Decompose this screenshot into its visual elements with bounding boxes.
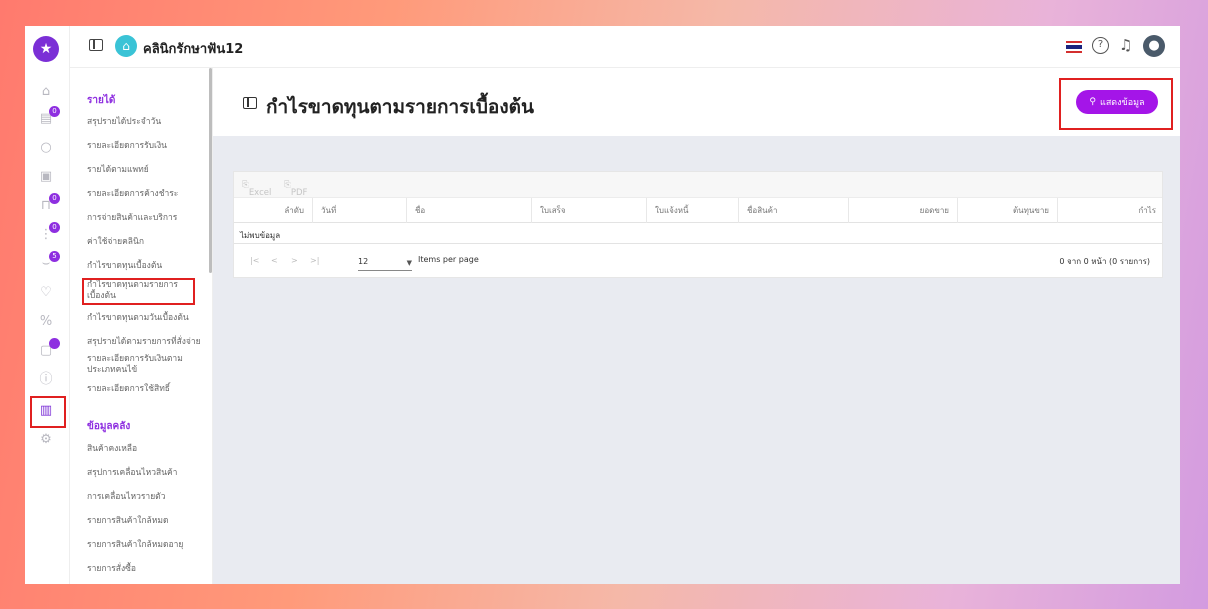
pagination: |< < > >| 12 ▼ Items per page 0 จาก 0 หน…	[234, 244, 1162, 279]
last-page-icon[interactable]: >|	[310, 256, 319, 265]
per-page-value: 12	[358, 257, 369, 266]
bell-icon[interactable]: ♫	[1119, 36, 1132, 54]
section-income-title: รายได้	[87, 95, 116, 106]
excel-export-button[interactable]: ⎘ Excel	[242, 180, 271, 198]
app-window: ★ ⌂ ▤ 0 ○ ▣ ⊓ 0 ⋮ 0 ⌣ 5 ♡ % ▢ ⓘ ▥ ⚙ ⌂ คลินิก…	[25, 26, 1180, 584]
panel-icon	[243, 97, 257, 109]
menu-item[interactable]: กำไรขาดทุนตามวันเบื้องต้น	[87, 313, 202, 324]
column-header[interactable]: ลำดับ	[234, 198, 312, 223]
pdf-label: PDF	[290, 188, 308, 198]
excel-label: Excel	[248, 188, 272, 198]
table-header: ลำดับ วันที่ ชื่อ ใบเสร็จ ใบแจ้งหนี้ ชื่…	[234, 198, 1162, 223]
settings-gear-icon[interactable]: ⚙	[36, 431, 56, 449]
percent-icon[interactable]: %	[36, 313, 56, 331]
treatment-icon[interactable]: ⊓ 0	[36, 193, 60, 215]
info-circle-icon[interactable]: ⓘ	[36, 371, 56, 389]
help-icon[interactable]: ?	[1092, 37, 1109, 54]
menu-item[interactable]: การจ่ายสินค้าและบริการ	[87, 213, 202, 224]
home-icon[interactable]: ⌂	[36, 83, 56, 101]
next-page-icon[interactable]: >	[291, 256, 298, 265]
calendar-icon[interactable]: ▤ 0	[36, 106, 60, 128]
column-header[interactable]: ใบแจ้งหนี้	[646, 198, 738, 223]
menu-item[interactable]: สรุปการเคลื่อนไหวสินค้า	[87, 468, 202, 479]
report-submenu: รายได้ สรุปรายได้ประจำวัน รายละเอียดการร…	[70, 68, 213, 584]
top-bar: ⌂ คลินิกรักษาฟัน12 ? ♫ ●	[70, 26, 1180, 68]
lab-icon[interactable]: ⋮ 0	[36, 222, 60, 244]
pdf-export-button[interactable]: ⎘ PDF	[284, 180, 307, 198]
page-count-label: 0 จาก 0 หน้า (0 รายการ)	[1059, 257, 1150, 266]
column-header[interactable]: ชื่อ	[406, 198, 531, 223]
per-page-select[interactable]: 12 ▼	[358, 257, 412, 271]
clinic-home-icon: ⌂	[115, 35, 137, 57]
hand-money-icon[interactable]: ⌣ 5	[36, 251, 60, 273]
menu-item[interactable]: รายการสินค้าใกล้หมด	[87, 516, 202, 527]
menu-item[interactable]: รายการสั่งซื้อ	[87, 564, 202, 575]
column-header[interactable]: ยอดขาย	[848, 198, 957, 223]
thai-flag-icon[interactable]	[1066, 41, 1082, 53]
document-icon[interactable]: ▣	[36, 168, 56, 186]
scrollbar[interactable]	[209, 68, 212, 273]
icon-rail: ★ ⌂ ▤ 0 ○ ▣ ⊓ 0 ⋮ 0 ⌣ 5 ♡ % ▢ ⓘ ▥ ⚙	[25, 26, 70, 584]
highlight-box-menu	[82, 278, 195, 305]
column-header[interactable]: ใบเสร็จ	[531, 198, 646, 223]
package-icon[interactable]: ▢	[36, 338, 60, 360]
menu-item[interactable]: รายละเอียดการรับเงินตามประเภทคนไข้	[87, 354, 187, 376]
column-header[interactable]: ต้นทุนขาย	[957, 198, 1057, 223]
menu-item[interactable]: ค่าใช้จ่ายคลินิก	[87, 237, 202, 248]
column-header[interactable]: กำไร	[1057, 198, 1164, 223]
menu-item[interactable]: สินค้าคงเหลือ	[87, 444, 202, 455]
menu-item[interactable]: การเคลื่อนไหวรายตัว	[87, 492, 202, 503]
menu-item[interactable]: รายละเอียดการใช้สิทธิ์	[87, 384, 202, 395]
badge: 0	[49, 193, 60, 204]
menu-item[interactable]: รายการสินค้าใกล้หมดอายุ	[87, 540, 202, 551]
badge	[49, 338, 60, 349]
page-header: กำไรขาดทุนตามรายการเบื้องต้น ⚲ แสดงข้อมู…	[213, 68, 1180, 136]
menu-item[interactable]: รายละเอียดการค้างชำระ	[87, 189, 202, 200]
clinic-name[interactable]: คลินิกรักษาฟัน12	[143, 38, 243, 59]
dropdown-arrow-icon: ▼	[406, 259, 412, 267]
badge: 0	[49, 222, 60, 233]
section-inventory-title: ข้อมูลคลัง	[87, 421, 131, 432]
menu-item[interactable]: สรุปรายได้ประจำวัน	[87, 117, 202, 128]
menu-item[interactable]: รายได้ตามแพทย์	[87, 165, 202, 176]
highlight-box-button	[1059, 78, 1173, 130]
menu-item[interactable]: รายละเอียดการรับเงิน	[87, 141, 202, 152]
app-logo-star-icon[interactable]: ★	[33, 36, 59, 62]
main-content: กำไรขาดทุนตามรายการเบื้องต้น ⚲ แสดงข้อมู…	[213, 68, 1180, 584]
sidebar-toggle-icon[interactable]	[89, 39, 103, 51]
items-per-page-label: Items per page	[418, 255, 479, 264]
tooth-icon[interactable]: ♡	[36, 284, 56, 302]
export-toolbar: ⎘ Excel ⎘ PDF	[234, 172, 1162, 198]
highlight-box-report	[30, 396, 66, 428]
menu-item[interactable]: สรุปรายได้ตามรายการที่สั่งจ่าย	[87, 337, 202, 348]
column-header[interactable]: วันที่	[312, 198, 406, 223]
first-page-icon[interactable]: |<	[250, 256, 259, 265]
page-title: กำไรขาดทุนตามรายการเบื้องต้น	[266, 96, 534, 118]
user-icon[interactable]: ○	[36, 139, 56, 157]
column-header[interactable]: ชื่อสินค้า	[738, 198, 848, 223]
prev-page-icon[interactable]: <	[271, 256, 278, 265]
menu-item[interactable]: กำไรขาดทุนเบื้องต้น	[87, 261, 202, 272]
badge: 0	[49, 106, 60, 117]
report-table-card: ⎘ Excel ⎘ PDF ลำดับ วันที่ ชื่อ ใบเสร็จ …	[233, 171, 1163, 278]
avatar[interactable]: ●	[1143, 35, 1165, 57]
no-data-message: ไม่พบข้อมูล	[240, 231, 281, 240]
badge: 5	[49, 251, 60, 262]
